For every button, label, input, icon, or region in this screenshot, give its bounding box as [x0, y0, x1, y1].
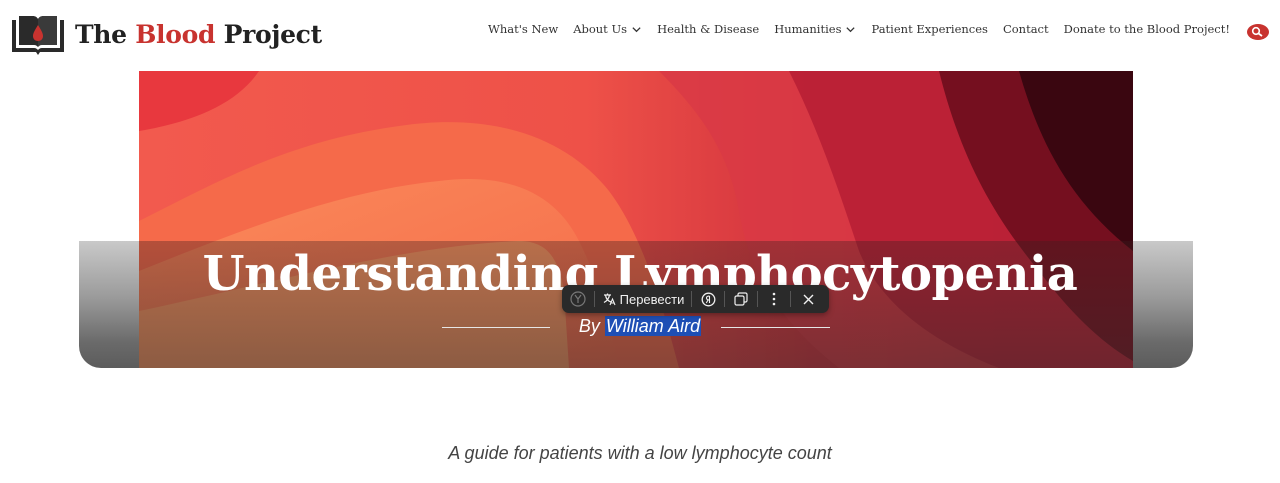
- byline: By William Aird: [0, 316, 1280, 337]
- site-logo[interactable]: The Blood Project: [10, 12, 322, 56]
- brand-accent: Blood: [135, 19, 216, 49]
- yandex-logo-icon[interactable]: [562, 285, 594, 313]
- nav-label: About Us: [573, 22, 628, 36]
- author-link[interactable]: William Aird: [604, 316, 702, 336]
- article-subtitle: A guide for patients with a low lymphocy…: [448, 443, 832, 463]
- nav-label: Contact: [1002, 22, 1049, 36]
- site-header: The Blood Project What's New About Us He…: [0, 0, 1280, 66]
- nav-item-whats-new[interactable]: What's New: [488, 22, 558, 36]
- nav-item-about-us[interactable]: About Us: [573, 22, 642, 36]
- close-icon[interactable]: [791, 285, 825, 313]
- nav-label: What's New: [488, 22, 559, 36]
- translate-label: Перевести: [619, 291, 685, 307]
- main-nav: What's New About Us Health & Disease Hum…: [488, 22, 1230, 36]
- brand-prefix: The: [75, 19, 136, 49]
- translate-icon: [603, 293, 616, 306]
- nav-label: Donate to the Blood Project!: [1063, 22, 1230, 36]
- nav-item-contact[interactable]: Contact: [1003, 22, 1049, 36]
- site-title: The Blood Project: [75, 20, 322, 49]
- chevron-down-icon: [632, 26, 641, 32]
- nav-label: Patient Experiences: [871, 22, 988, 36]
- book-blood-drop-icon: [12, 16, 64, 55]
- nav-label: Health & Disease: [657, 22, 760, 36]
- chevron-down-icon: [846, 26, 856, 32]
- yandex-search-icon[interactable]: [692, 285, 724, 313]
- nav-item-humanities[interactable]: Humanities: [774, 22, 856, 36]
- brand-suffix: Project: [215, 19, 323, 49]
- search-icon[interactable]: [1246, 22, 1270, 42]
- nav-label: Humanities: [774, 22, 842, 36]
- byline-prefix: By: [578, 316, 605, 336]
- nav-item-health-disease[interactable]: Health & Disease: [657, 22, 759, 36]
- translate-popup: Перевести: [562, 285, 829, 313]
- translate-button[interactable]: Перевести: [595, 285, 691, 313]
- nav-item-donate[interactable]: Donate to the Blood Project!: [1064, 22, 1230, 36]
- copy-icon[interactable]: [725, 285, 757, 313]
- nav-item-patient-experiences[interactable]: Patient Experiences: [871, 22, 987, 36]
- more-icon[interactable]: [758, 285, 790, 313]
